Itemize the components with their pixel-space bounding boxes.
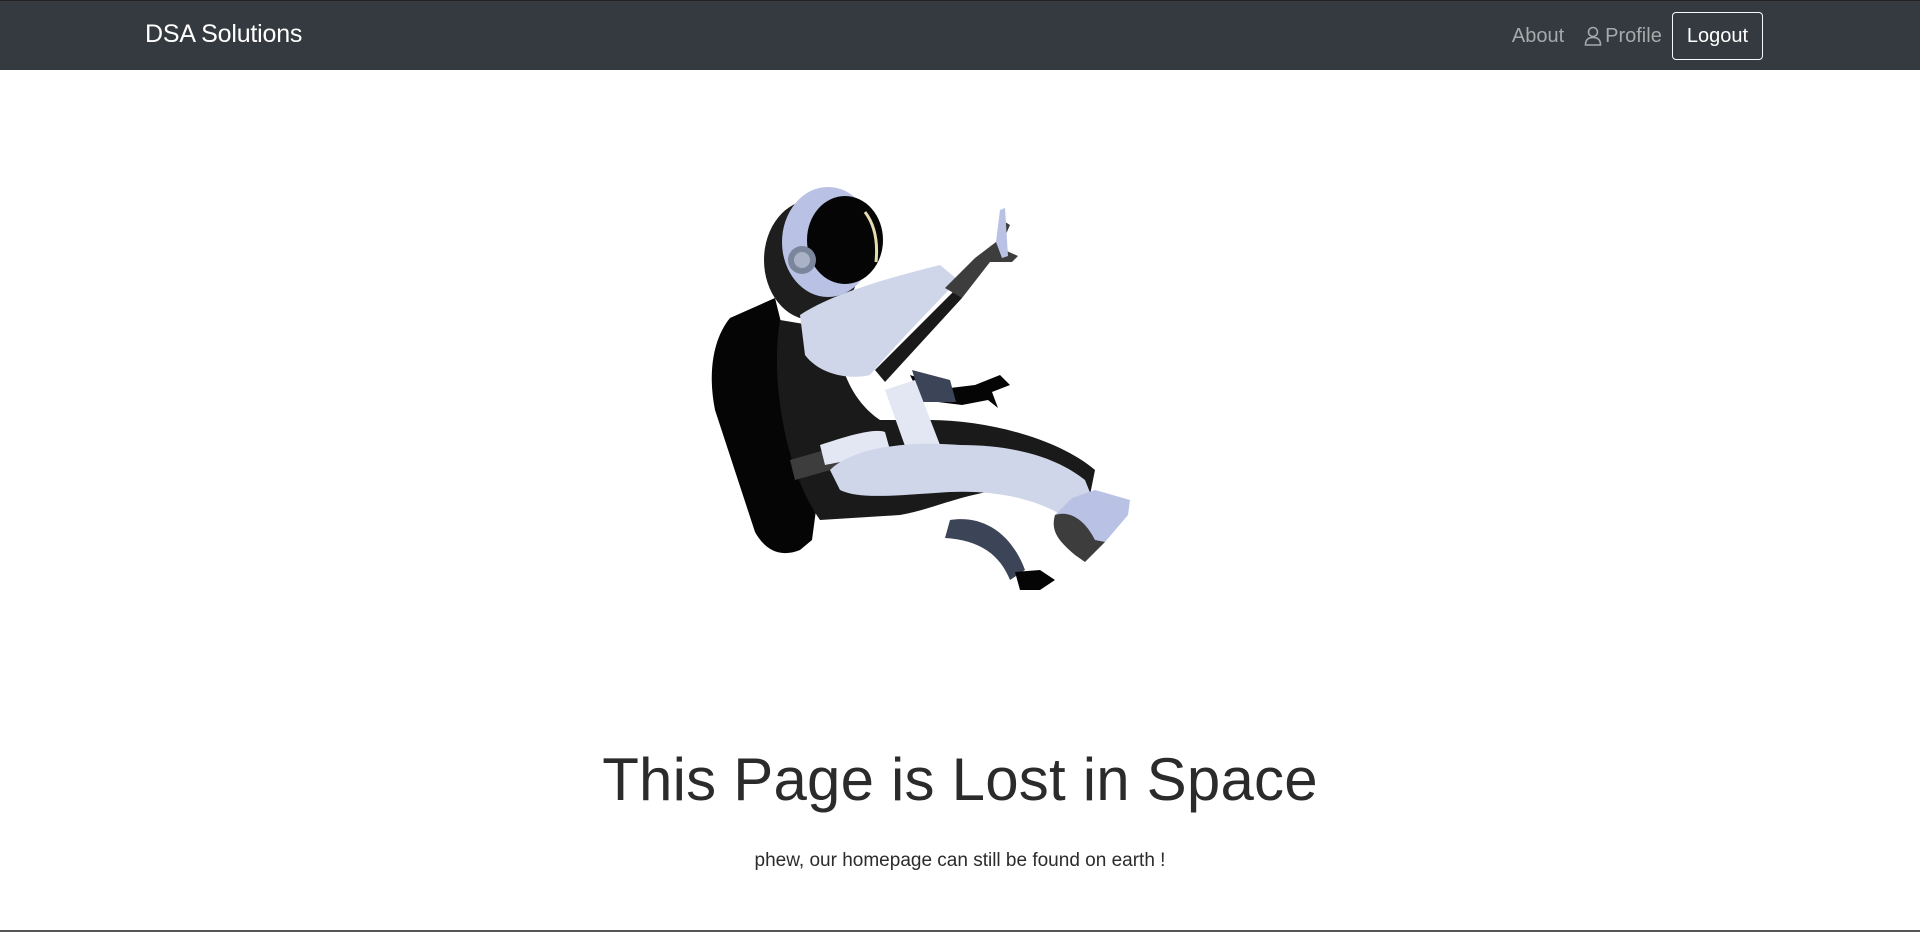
lost-page-hero: This Page is Lost in Space phew, our hom… [0, 70, 1920, 930]
top-navbar: DSA Solutions About Profile Logout [0, 0, 1920, 70]
nav-right-group: About Profile Logout [1502, 12, 1763, 60]
nav-link-profile-label: Profile [1605, 24, 1662, 47]
user-icon [1584, 26, 1602, 46]
astronaut-illustration [711, 187, 1130, 590]
logout-button[interactable]: Logout [1671, 12, 1763, 60]
nav-link-about-label: About [1511, 24, 1565, 47]
brand-link[interactable]: DSA Solutions [145, 20, 302, 49]
page-title: This Page is Lost in Space [602, 746, 1318, 813]
nav-link-profile[interactable]: Profile [1574, 25, 1672, 48]
page-subtitle: phew, our homepage can still be found on… [754, 850, 1166, 871]
nav-link-about[interactable]: About [1502, 25, 1574, 48]
